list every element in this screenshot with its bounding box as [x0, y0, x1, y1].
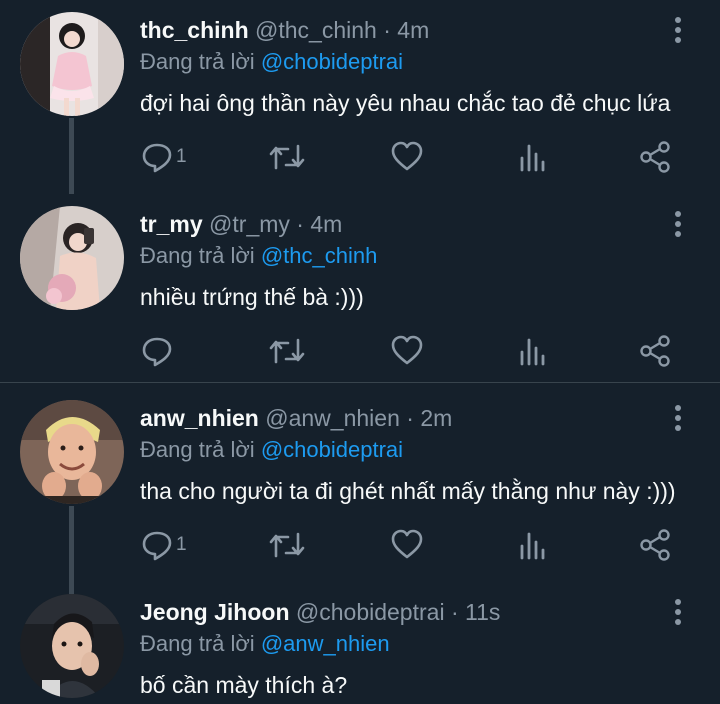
analytics-icon — [520, 338, 545, 366]
reply-button[interactable] — [140, 334, 174, 368]
tweet-text: đợi hai ông thần này yêu nhau chắc tao đ… — [140, 90, 671, 116]
mention-link[interactable]: @thc_chinh — [261, 243, 378, 268]
reply-button[interactable]: 1 — [140, 140, 187, 174]
avatar[interactable] — [20, 594, 124, 698]
tweet[interactable]: tr_my @tr_my · 4m Đang trả lời @thc_chin… — [0, 194, 720, 382]
replying-to-label: Đang trả lời — [140, 49, 255, 74]
user-handle[interactable]: @thc_chinh — [255, 17, 377, 43]
replying-to: Đang trả lời @chobideptrai — [140, 437, 403, 463]
reply-icon — [142, 337, 172, 367]
more-options-icon[interactable] — [664, 598, 692, 628]
reply-icon — [142, 531, 172, 561]
analytics-button[interactable] — [518, 334, 548, 368]
share-icon — [640, 141, 670, 173]
timestamp[interactable]: 4m — [397, 17, 429, 43]
like-button[interactable] — [390, 140, 424, 174]
separator-dot: · — [383, 17, 391, 43]
tweet[interactable]: Jeong Jihoon @chobideptrai · 11s Đang tr… — [0, 582, 720, 704]
separator-dot: · — [296, 211, 304, 237]
retweet-button[interactable] — [268, 140, 306, 174]
tweet-text: bố cần mày thích à? — [140, 672, 348, 698]
share-button[interactable] — [638, 140, 672, 174]
replying-to: Đang trả lời @thc_chinh — [140, 243, 377, 269]
display-name[interactable]: tr_my — [140, 211, 203, 237]
share-button[interactable] — [638, 334, 672, 368]
retweet-button[interactable] — [268, 528, 306, 562]
reply-button[interactable]: 1 — [140, 528, 187, 562]
thread-line — [69, 118, 74, 194]
reply-icon — [142, 143, 172, 173]
heart-icon — [391, 529, 423, 559]
tweet-header: thc_chinh @thc_chinh · 4m — [140, 16, 429, 44]
tweet[interactable]: anw_nhien @anw_nhien · 2m Đang trả lời @… — [0, 388, 720, 596]
analytics-icon — [520, 144, 545, 172]
mention-link[interactable]: @anw_nhien — [261, 631, 390, 656]
timestamp[interactable]: 2m — [420, 405, 452, 431]
like-button[interactable] — [390, 528, 424, 562]
retweet-icon — [269, 532, 305, 558]
tweet-actions — [140, 334, 700, 368]
reply-count: 1 — [176, 534, 187, 555]
display-name[interactable]: anw_nhien — [140, 405, 259, 431]
analytics-icon — [520, 532, 545, 560]
avatar[interactable] — [20, 400, 124, 504]
analytics-button[interactable] — [518, 140, 548, 174]
separator-dot: · — [450, 599, 459, 625]
user-handle[interactable]: @tr_my — [209, 211, 290, 237]
timestamp[interactable]: 4m — [310, 211, 342, 237]
timestamp[interactable]: 11s — [465, 599, 500, 625]
share-icon — [640, 335, 670, 367]
tweet-header: Jeong Jihoon @chobideptrai · 11s — [140, 598, 500, 626]
replying-to: Đang trả lời @chobideptrai — [140, 49, 403, 75]
like-button[interactable] — [390, 334, 424, 368]
analytics-button[interactable] — [518, 528, 548, 562]
mention-link[interactable]: @chobideptrai — [261, 437, 403, 462]
avatar[interactable] — [20, 206, 124, 310]
user-handle[interactable]: @anw_nhien — [265, 405, 400, 431]
tweet-actions: 1 — [140, 528, 700, 562]
mention-link[interactable]: @chobideptrai — [261, 49, 403, 74]
retweet-icon — [269, 338, 305, 364]
more-options-icon[interactable] — [664, 210, 692, 240]
more-options-icon[interactable] — [664, 404, 692, 434]
replying-to-label: Đang trả lời — [140, 631, 255, 656]
tweet-actions: 1 — [140, 140, 700, 174]
separator-dot: · — [406, 405, 414, 431]
replying-to: Đang trả lời @anw_nhien — [140, 631, 390, 657]
display-name[interactable]: thc_chinh — [140, 17, 249, 43]
tweet-header: anw_nhien @anw_nhien · 2m — [140, 404, 452, 432]
tweet-text: tha cho người ta đi ghét nhất mấy thằng … — [140, 478, 676, 504]
share-icon — [640, 529, 670, 561]
retweet-button[interactable] — [268, 334, 306, 368]
user-handle[interactable]: @chobideptrai — [296, 599, 445, 625]
divider — [0, 382, 720, 383]
heart-icon — [391, 141, 423, 171]
retweet-icon — [269, 144, 305, 170]
display-name[interactable]: Jeong Jihoon — [140, 599, 290, 625]
avatar[interactable] — [20, 12, 124, 116]
replying-to-label: Đang trả lời — [140, 243, 255, 268]
tweet-text: nhiều trứng thế bà :))) — [140, 284, 364, 310]
tweet[interactable]: thc_chinh @thc_chinh · 4m Đang trả lời @… — [0, 0, 720, 194]
replying-to-label: Đang trả lời — [140, 437, 255, 462]
heart-icon — [391, 335, 423, 365]
tweet-header: tr_my @tr_my · 4m — [140, 210, 342, 238]
share-button[interactable] — [638, 528, 672, 562]
reply-count: 1 — [176, 146, 187, 167]
more-options-icon[interactable] — [664, 16, 692, 46]
